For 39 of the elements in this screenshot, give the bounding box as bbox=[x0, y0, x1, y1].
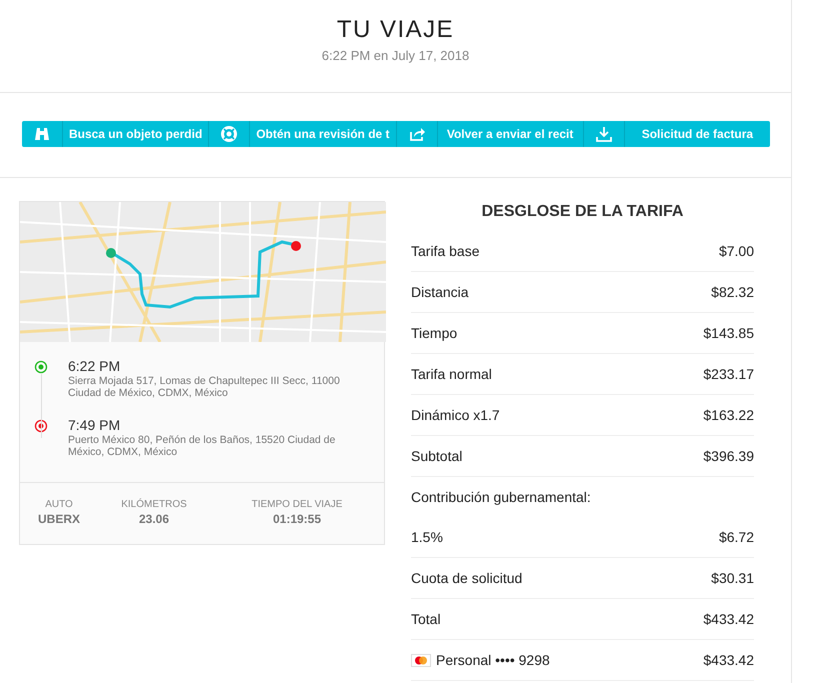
fare-label: Cuota de solicitud bbox=[411, 570, 522, 586]
action-button[interactable]: Busca un objeto perdid bbox=[62, 121, 208, 147]
fare-amount: $396.39 bbox=[703, 448, 754, 464]
payment-method: Personal •••• 9298 bbox=[436, 652, 550, 668]
page-title: TU VIAJE bbox=[336, 16, 456, 44]
stat-value: 23.06 bbox=[138, 512, 170, 526]
fare-amount: $233.17 bbox=[703, 366, 754, 382]
fare-amount: $163.22 bbox=[703, 407, 754, 423]
action-button[interactable]: Solicitud de factura bbox=[624, 121, 770, 147]
stop-address: Sierra Mojada 517, Lomas de Chapultepec III Secc, 11000 Ciudad de México, CDMX, México bbox=[68, 376, 341, 400]
fare-amount: $433.42 bbox=[703, 652, 754, 668]
stop-time: 7:49 PM bbox=[68, 417, 122, 434]
stat-label: AUTO bbox=[44, 499, 74, 510]
fare-amount: $143.85 bbox=[703, 325, 754, 341]
fare-amount: $7.00 bbox=[718, 243, 754, 259]
stat-label: TIEMPO DEL VIAJE bbox=[250, 499, 344, 510]
action-button[interactable]: Volver a enviar el recit bbox=[436, 121, 583, 147]
stop-address: Puerto México 80, Peñón de los Baños, 15520 Ciudad de México, CDMX, México bbox=[68, 435, 336, 458]
fare-amount: $30.31 bbox=[711, 570, 754, 586]
fare-label: 1.5% bbox=[411, 529, 443, 545]
fare-amount: $6.72 bbox=[718, 529, 754, 545]
fare-label: Tiempo bbox=[411, 325, 458, 341]
fare-title: DESGLOSE DE LA TARIFA bbox=[480, 202, 684, 222]
stat-label: KILÓMETROS bbox=[120, 499, 188, 510]
fare-label: Total bbox=[411, 611, 441, 627]
fare-amount: $82.32 bbox=[711, 284, 754, 300]
fare-label: Contribución gubernamental: bbox=[411, 489, 591, 505]
credit-card-icon bbox=[411, 654, 431, 666]
fare-label: Tarifa normal bbox=[411, 366, 492, 382]
fare-label: Tarifa base bbox=[411, 243, 480, 259]
stop-time: 6:22 PM bbox=[68, 358, 122, 374]
fare-amount: $433.42 bbox=[703, 611, 754, 627]
fare-label: Distancia bbox=[411, 284, 469, 300]
fare-label: Dinámico x1.7 bbox=[411, 407, 500, 423]
action-button[interactable]: Obtén una revisión de t bbox=[249, 121, 396, 147]
trip-date: 6:22 PM en July 17, 2018 bbox=[320, 48, 470, 63]
fare-label: Subtotal bbox=[411, 448, 462, 464]
stat-value: 01:19:55 bbox=[272, 512, 322, 526]
stat-value: UBERX bbox=[36, 512, 81, 526]
